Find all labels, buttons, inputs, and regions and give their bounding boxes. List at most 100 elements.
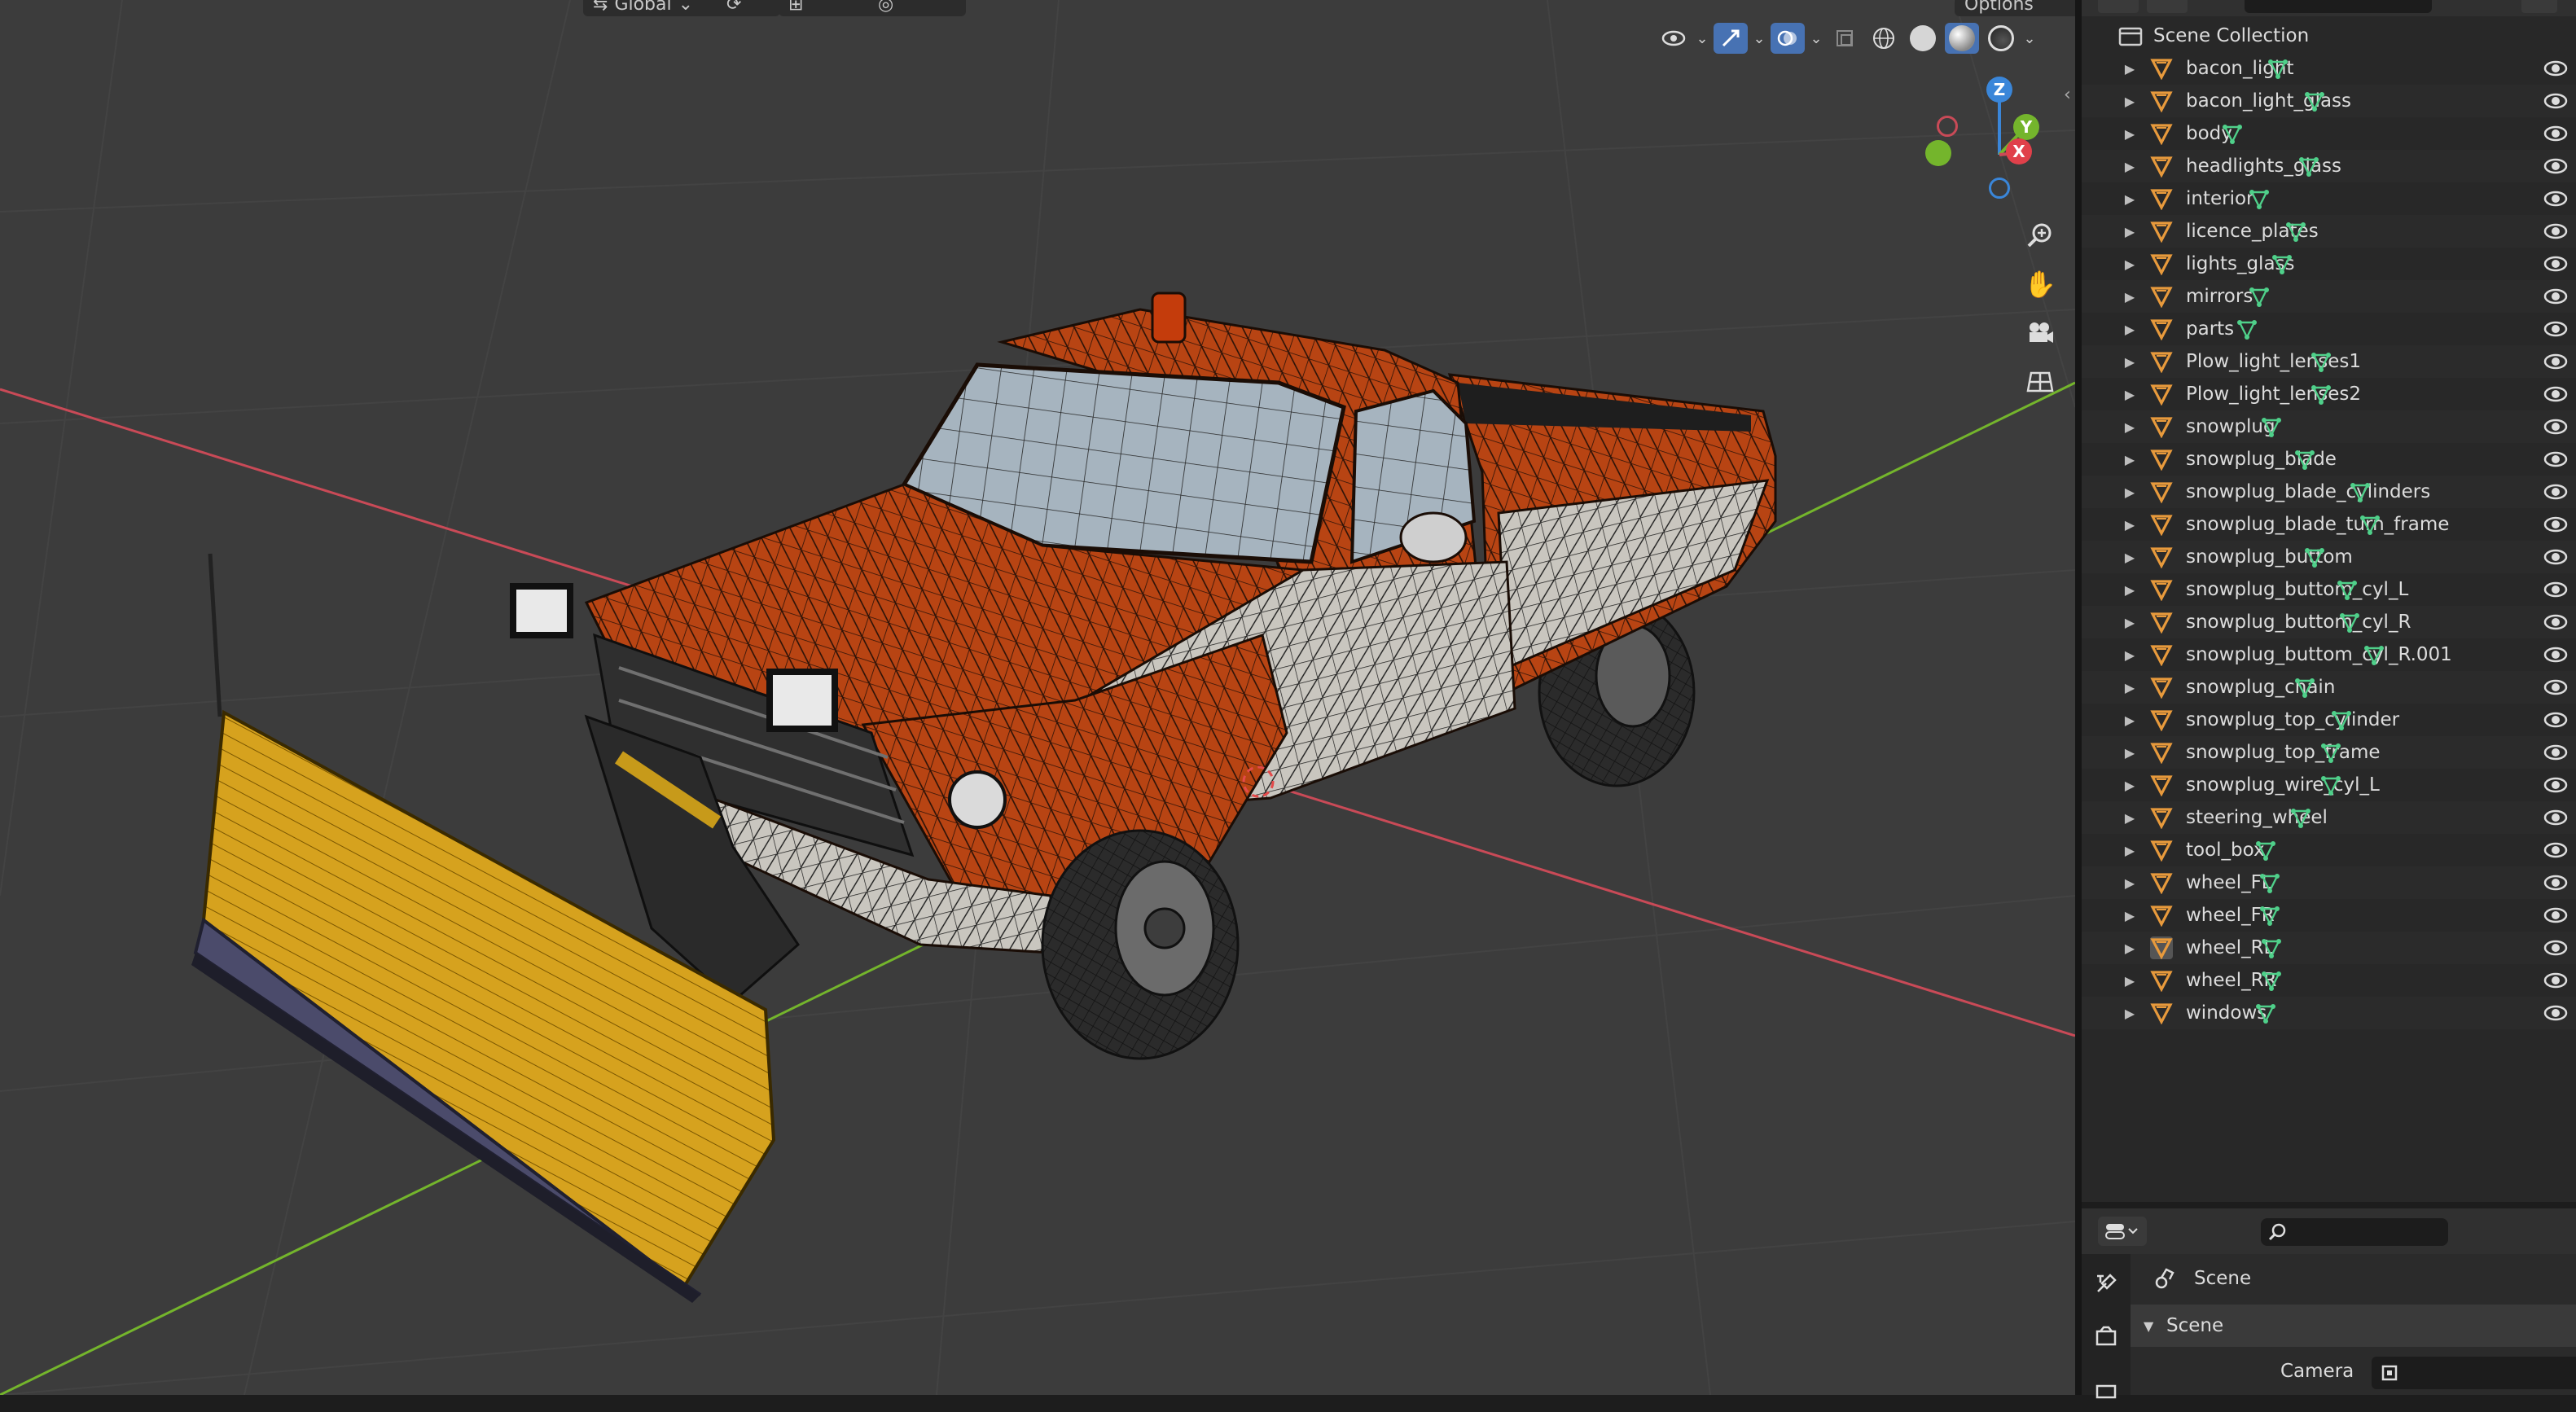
outliner-item[interactable]: ▶ snowplug_wire_cyl_L (2082, 769, 2576, 801)
mesh-data-icon[interactable] (2254, 1002, 2277, 1024)
mesh-data-icon[interactable] (2248, 285, 2271, 308)
mesh-object-icon[interactable] (2150, 220, 2173, 243)
outliner-item[interactable]: ▶ licence_plates (2082, 215, 2576, 248)
visibility-eye-icon[interactable] (2543, 383, 2569, 406)
expand-arrow-icon[interactable]: ▶ (2124, 606, 2135, 638)
expand-arrow-icon[interactable]: ▶ (2124, 866, 2135, 899)
transform-orientation-dropdown[interactable]: ⇆ Global ⌄ (583, 0, 725, 16)
expand-arrow-icon[interactable]: ▶ (2124, 182, 2135, 215)
display-mode-dropdown[interactable] (2098, 0, 2139, 13)
outliner-item[interactable]: ▶ snowplug_buttom (2082, 541, 2576, 573)
mesh-object-icon[interactable] (2150, 904, 2173, 927)
mesh-object-icon[interactable] (2150, 578, 2173, 602)
mesh-data-icon[interactable] (2338, 611, 2361, 634)
mesh-data-icon[interactable] (2293, 448, 2316, 471)
outliner-item[interactable]: ▶ snowplug_top_cylinder (2082, 704, 2576, 736)
visibility-eye-icon[interactable] (2543, 871, 2569, 894)
mesh-data-icon[interactable] (2310, 350, 2332, 373)
mesh-object-icon[interactable] (2150, 285, 2173, 309)
tab-render[interactable] (2085, 1316, 2127, 1358)
expand-arrow-icon[interactable]: ▶ (2124, 313, 2135, 345)
mesh-data-icon[interactable] (2293, 676, 2316, 699)
outliner-item[interactable]: ▶ snowplug_blade_turn_frame (2082, 508, 2576, 541)
mesh-object-icon[interactable] (2150, 806, 2173, 830)
mesh-object-icon[interactable] (2150, 187, 2173, 211)
visibility-eye-icon[interactable] (2543, 676, 2569, 699)
expand-arrow-icon[interactable]: ▶ (2124, 801, 2135, 834)
expand-arrow-icon[interactable]: ▶ (2124, 834, 2135, 866)
mesh-object-icon[interactable] (2150, 383, 2173, 406)
x-axis-ball[interactable]: X (2006, 138, 2032, 164)
mesh-object-icon[interactable] (2150, 936, 2173, 960)
mesh-object-icon[interactable] (2150, 252, 2173, 276)
mesh-object-icon[interactable] (2150, 513, 2173, 537)
chevron-down-icon[interactable]: ⌄ (1753, 23, 1766, 54)
outliner-item[interactable]: ▶ wheel_FL (2082, 866, 2576, 899)
scene-panel-header[interactable]: ▼ Scene (2131, 1305, 2576, 1347)
mesh-object-icon[interactable] (2150, 611, 2173, 634)
visibility-eye-icon[interactable] (2543, 774, 2569, 796)
proportional-edit-dropdown[interactable]: ◎ (868, 0, 966, 16)
options-dropdown[interactable]: Options (1955, 0, 2075, 16)
outliner-item[interactable]: ▶ windows (2082, 997, 2576, 1029)
expand-arrow-icon[interactable]: ▶ (2124, 85, 2135, 117)
rendered-shading-button[interactable] (1984, 23, 2018, 54)
mesh-data-icon[interactable] (2289, 806, 2312, 829)
chevron-down-icon[interactable]: ⌄ (2023, 23, 2036, 54)
visibility-eye-icon[interactable] (2543, 806, 2569, 829)
xray-toggle-button[interactable] (1828, 23, 1862, 54)
outliner-item[interactable]: ▶ lights_glass (2082, 248, 2576, 280)
visibility-eye-icon[interactable] (2543, 741, 2569, 764)
overlays-toggle-button[interactable] (1771, 23, 1805, 54)
mesh-object-icon[interactable] (2150, 57, 2173, 81)
neg-y-axis-ball[interactable] (1925, 140, 1951, 166)
outliner-item[interactable]: ▶ headlights_glass (2082, 150, 2576, 182)
expand-arrow-icon[interactable]: ▶ (2124, 345, 2135, 378)
mesh-data-icon[interactable] (2271, 252, 2293, 275)
outliner-item[interactable]: ▶ mirrors (2082, 280, 2576, 313)
expand-arrow-icon[interactable]: ▶ (2124, 541, 2135, 573)
scene-collection-row[interactable]: Scene Collection (2082, 20, 2576, 52)
material-shading-button[interactable] (1945, 23, 1979, 54)
visibility-eye-icon[interactable] (2543, 578, 2569, 601)
expand-arrow-icon[interactable]: ▶ (2124, 573, 2135, 606)
expand-arrow-icon[interactable]: ▶ (2124, 671, 2135, 704)
mesh-data-icon[interactable] (2267, 57, 2289, 80)
visibility-eye-icon[interactable] (2543, 318, 2569, 340)
camera-field[interactable] (2372, 1357, 2576, 1389)
mesh-object-icon[interactable] (2150, 448, 2173, 471)
expand-arrow-icon[interactable]: ▶ (2124, 248, 2135, 280)
mesh-object-icon[interactable] (2150, 871, 2173, 895)
mesh-data-icon[interactable] (2310, 383, 2332, 406)
visibility-eye-icon[interactable] (2543, 57, 2569, 80)
area-divider[interactable] (2075, 0, 2082, 1395)
visibility-eye-icon[interactable] (2543, 155, 2569, 178)
expand-arrow-icon[interactable]: ▶ (2124, 443, 2135, 476)
outliner-item[interactable]: ▶ wheel_RL (2082, 932, 2576, 964)
expand-arrow-icon[interactable]: ▶ (2124, 215, 2135, 248)
mesh-object-icon[interactable] (2150, 839, 2173, 862)
visibility-eye-icon[interactable] (2543, 480, 2569, 503)
mesh-data-icon[interactable] (2254, 839, 2277, 862)
filter-dropdown[interactable] (2147, 0, 2188, 13)
mesh-data-icon[interactable] (2221, 122, 2244, 145)
expand-arrow-icon[interactable]: ▶ (2124, 378, 2135, 410)
mesh-data-icon[interactable] (2319, 774, 2342, 796)
viewport-scene[interactable] (0, 0, 2075, 1395)
visibility-eye-icon[interactable] (2543, 220, 2569, 243)
mesh-object-icon[interactable] (2150, 741, 2173, 765)
mesh-object-icon[interactable] (2150, 546, 2173, 569)
visibility-eye-icon[interactable] (2543, 285, 2569, 308)
expand-arrow-icon[interactable]: ▶ (2124, 997, 2135, 1029)
visibility-eye-icon[interactable] (2543, 187, 2569, 210)
expand-arrow-icon[interactable]: ▶ (2124, 52, 2135, 85)
perspective-toggle-button[interactable] (2018, 360, 2062, 404)
mesh-data-icon[interactable] (2303, 90, 2326, 112)
3d-viewport[interactable]: ⇆ Global ⌄ ⟳ ⊞ ◎ Options ⌄ ⌄ ⌄ ⌄ ‹ Z Y X… (0, 0, 2075, 1395)
mesh-object-icon[interactable] (2150, 774, 2173, 797)
visibility-eye-icon[interactable] (2543, 936, 2569, 959)
gizmo-toggle-button[interactable] (1714, 23, 1748, 54)
expand-arrow-icon[interactable]: ▶ (2124, 932, 2135, 964)
mesh-data-icon[interactable] (2258, 904, 2281, 927)
outliner-item[interactable]: ▶ snowplug_buttom_cyl_L (2082, 573, 2576, 606)
